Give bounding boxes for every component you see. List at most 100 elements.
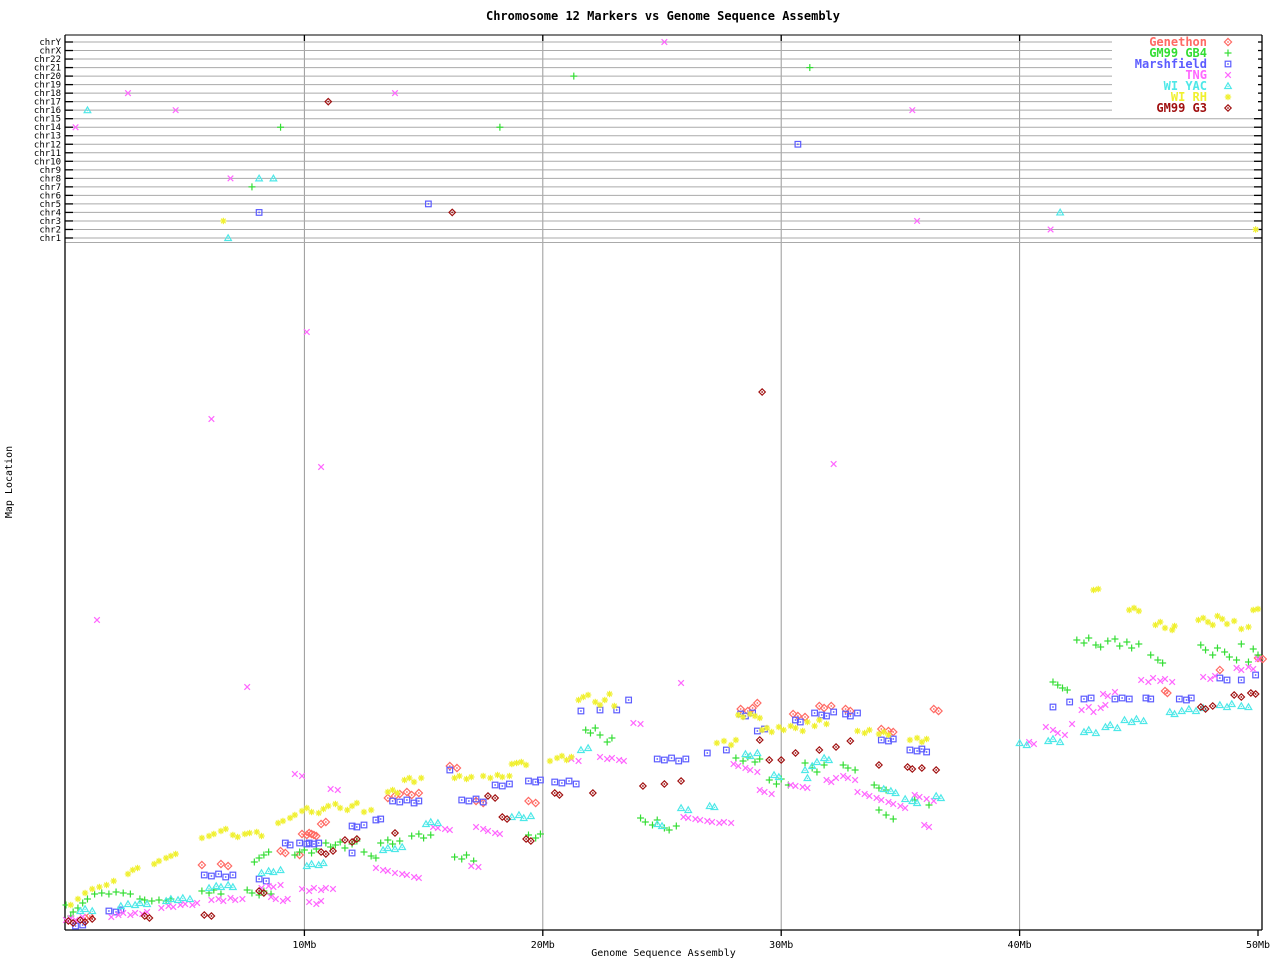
data-point	[354, 800, 360, 806]
data-point	[456, 773, 462, 779]
data-point	[480, 773, 486, 779]
data-point	[885, 732, 891, 738]
data-point	[487, 775, 493, 781]
data-point	[513, 760, 519, 766]
data-point	[1152, 622, 1158, 628]
data-point	[523, 762, 529, 768]
data-point	[337, 805, 343, 811]
data-point	[611, 703, 617, 709]
data-point	[740, 714, 746, 720]
data-point	[799, 728, 805, 734]
data-point	[780, 727, 786, 733]
data-point	[172, 851, 178, 857]
x-axis-title: Genome Sequence Assembly	[591, 948, 736, 959]
data-point	[1131, 605, 1137, 611]
data-point	[103, 882, 109, 888]
data-point	[1214, 613, 1220, 619]
data-point	[1255, 606, 1261, 612]
data-point	[199, 835, 205, 841]
legend: GenethonGM99 GB4MarshfieldTNGWI YACWI RH…	[1112, 35, 1258, 116]
data-point	[1090, 587, 1096, 593]
data-point	[368, 807, 374, 813]
data-point	[1224, 621, 1230, 627]
data-point	[919, 739, 925, 745]
genome-scatter-plot: Chromosome 12 Markers vs Genome Sequence…	[0, 0, 1280, 960]
data-point	[389, 787, 395, 793]
data-point	[1171, 623, 1177, 629]
data-point	[592, 699, 598, 705]
data-point	[757, 715, 763, 721]
data-point	[68, 902, 74, 908]
data-point	[411, 779, 417, 785]
data-point	[768, 729, 774, 735]
data-point	[1162, 625, 1168, 631]
data-point	[1252, 226, 1258, 232]
data-point	[246, 830, 252, 836]
x-tick-label: 50Mb	[1246, 940, 1270, 951]
y-axis-title: Map Location	[4, 446, 15, 518]
data-point	[881, 729, 887, 735]
data-point	[96, 884, 102, 890]
data-point	[506, 773, 512, 779]
data-point	[575, 697, 581, 703]
data-point	[320, 806, 326, 812]
data-point	[547, 758, 553, 764]
data-point	[509, 761, 515, 767]
data-point	[234, 834, 240, 840]
data-point	[728, 742, 734, 748]
data-point	[308, 809, 314, 815]
x-tick-label: 20Mb	[531, 940, 555, 951]
data-point	[1245, 624, 1251, 630]
data-point	[151, 861, 157, 867]
chromosome-row-label: chr1	[39, 234, 61, 244]
data-point	[1250, 607, 1256, 613]
data-point	[242, 831, 248, 837]
data-point	[1238, 626, 1244, 632]
data-point	[292, 812, 298, 818]
data-point	[75, 896, 81, 902]
data-point	[585, 692, 591, 698]
chart-title: Chromosome 12 Markers vs Genome Sequence…	[486, 9, 840, 23]
x-tick-label: 40Mb	[1008, 940, 1032, 951]
data-point	[823, 721, 829, 727]
data-point	[220, 218, 226, 224]
data-point	[1231, 618, 1237, 624]
data-point	[287, 815, 293, 821]
data-point	[597, 702, 603, 708]
data-point	[134, 865, 140, 871]
data-point	[804, 719, 810, 725]
data-point	[89, 886, 95, 892]
data-point	[861, 730, 867, 736]
data-point	[280, 818, 286, 824]
data-point	[1095, 586, 1101, 592]
data-point	[361, 809, 367, 815]
x-tick-label: 30Mb	[769, 940, 793, 951]
data-point	[606, 691, 612, 697]
data-point	[866, 727, 872, 733]
data-point	[1157, 619, 1163, 625]
legend-label: GM99 G3	[1156, 101, 1207, 115]
data-point	[1205, 619, 1211, 625]
data-point	[721, 738, 727, 744]
data-point	[82, 890, 88, 896]
data-point	[325, 803, 331, 809]
data-point	[211, 831, 217, 837]
data-point	[1210, 622, 1216, 628]
data-point	[299, 808, 305, 814]
data-point	[602, 697, 608, 703]
data-point	[792, 725, 798, 731]
data-point	[714, 740, 720, 746]
data-point	[907, 737, 913, 743]
data-point	[1219, 616, 1225, 622]
data-point	[499, 774, 505, 780]
data-point	[394, 790, 400, 796]
data-point	[1225, 94, 1231, 100]
data-point	[811, 723, 817, 729]
data-point	[816, 717, 822, 723]
data-point	[518, 759, 524, 765]
data-point	[349, 803, 355, 809]
data-point	[418, 775, 424, 781]
data-point	[1136, 608, 1142, 614]
x-tick-label: 10Mb	[292, 940, 316, 951]
data-point	[258, 833, 264, 839]
